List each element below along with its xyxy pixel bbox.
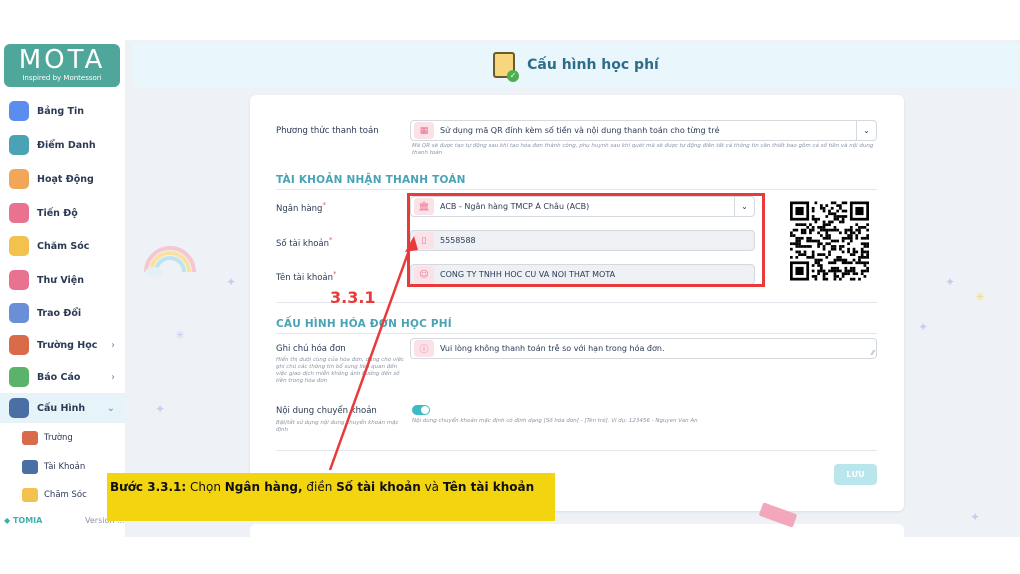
step-number: 3.3.1 <box>330 288 376 307</box>
step-caption: Bước 3.3.1: Chọn Ngân hàng, điền Số tài … <box>107 473 555 521</box>
